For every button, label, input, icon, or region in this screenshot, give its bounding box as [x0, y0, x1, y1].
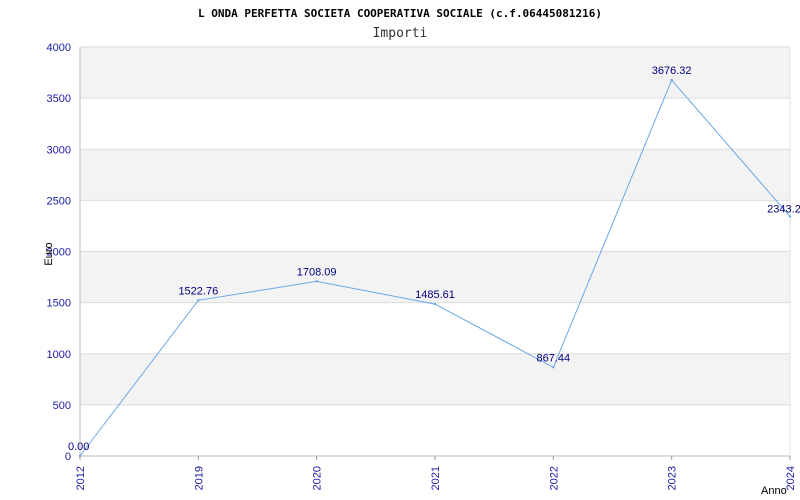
x-tick-label: 2022 [548, 466, 560, 490]
x-tick-label: 2012 [75, 466, 87, 490]
background-band-2 [80, 302, 790, 354]
x-axis-title: Anno [761, 485, 787, 497]
data-label: 1485.61 [415, 289, 455, 301]
x-tick-label: 2024 [785, 466, 797, 490]
background-band-1 [80, 353, 790, 405]
chart-subtitle: Importi [373, 26, 428, 41]
y-tick-label: 500 [53, 400, 71, 412]
y-tick-label: 4000 [47, 42, 71, 54]
data-label: 3676.32 [652, 65, 692, 77]
data-point [670, 78, 673, 82]
y-tick-label: 3500 [47, 93, 71, 105]
data-point [315, 280, 318, 283]
data-point [788, 215, 792, 218]
x-axis-ticks: 2012 2019 2020 2021 2022 2023 2024 [75, 456, 797, 490]
x-tick-label: 2021 [430, 466, 442, 490]
data-label: 0.00 [68, 441, 89, 453]
y-tick-label: 3000 [47, 144, 71, 156]
y-tick-label: 1000 [47, 349, 71, 361]
background-band-6 [80, 98, 790, 150]
data-point [78, 454, 82, 458]
data-point [433, 302, 437, 306]
y-tick-label: 2500 [47, 195, 71, 207]
data-label: 1522.76 [178, 285, 218, 297]
data-point [552, 366, 555, 369]
x-tick-label: 2020 [312, 466, 324, 490]
y-axis-title: Euro [43, 242, 55, 265]
data-label: 867.44 [537, 352, 571, 364]
y-tick-label: 1500 [47, 298, 71, 310]
background-band-0 [80, 404, 790, 456]
data-label: 2343.2 [767, 203, 800, 215]
chart-title: L ONDA PERFETTA SOCIETA COOPERATIVA SOCI… [198, 7, 602, 20]
x-tick-label: 2023 [667, 466, 679, 490]
data-point [197, 299, 200, 302]
line-chart: L ONDA PERFETTA SOCIETA COOPERATIVA SOCI… [43, 7, 800, 497]
background-band-5 [80, 149, 790, 201]
x-tick-label: 2019 [193, 466, 205, 490]
background-band-4 [80, 200, 790, 252]
data-label: 1708.09 [297, 266, 337, 278]
